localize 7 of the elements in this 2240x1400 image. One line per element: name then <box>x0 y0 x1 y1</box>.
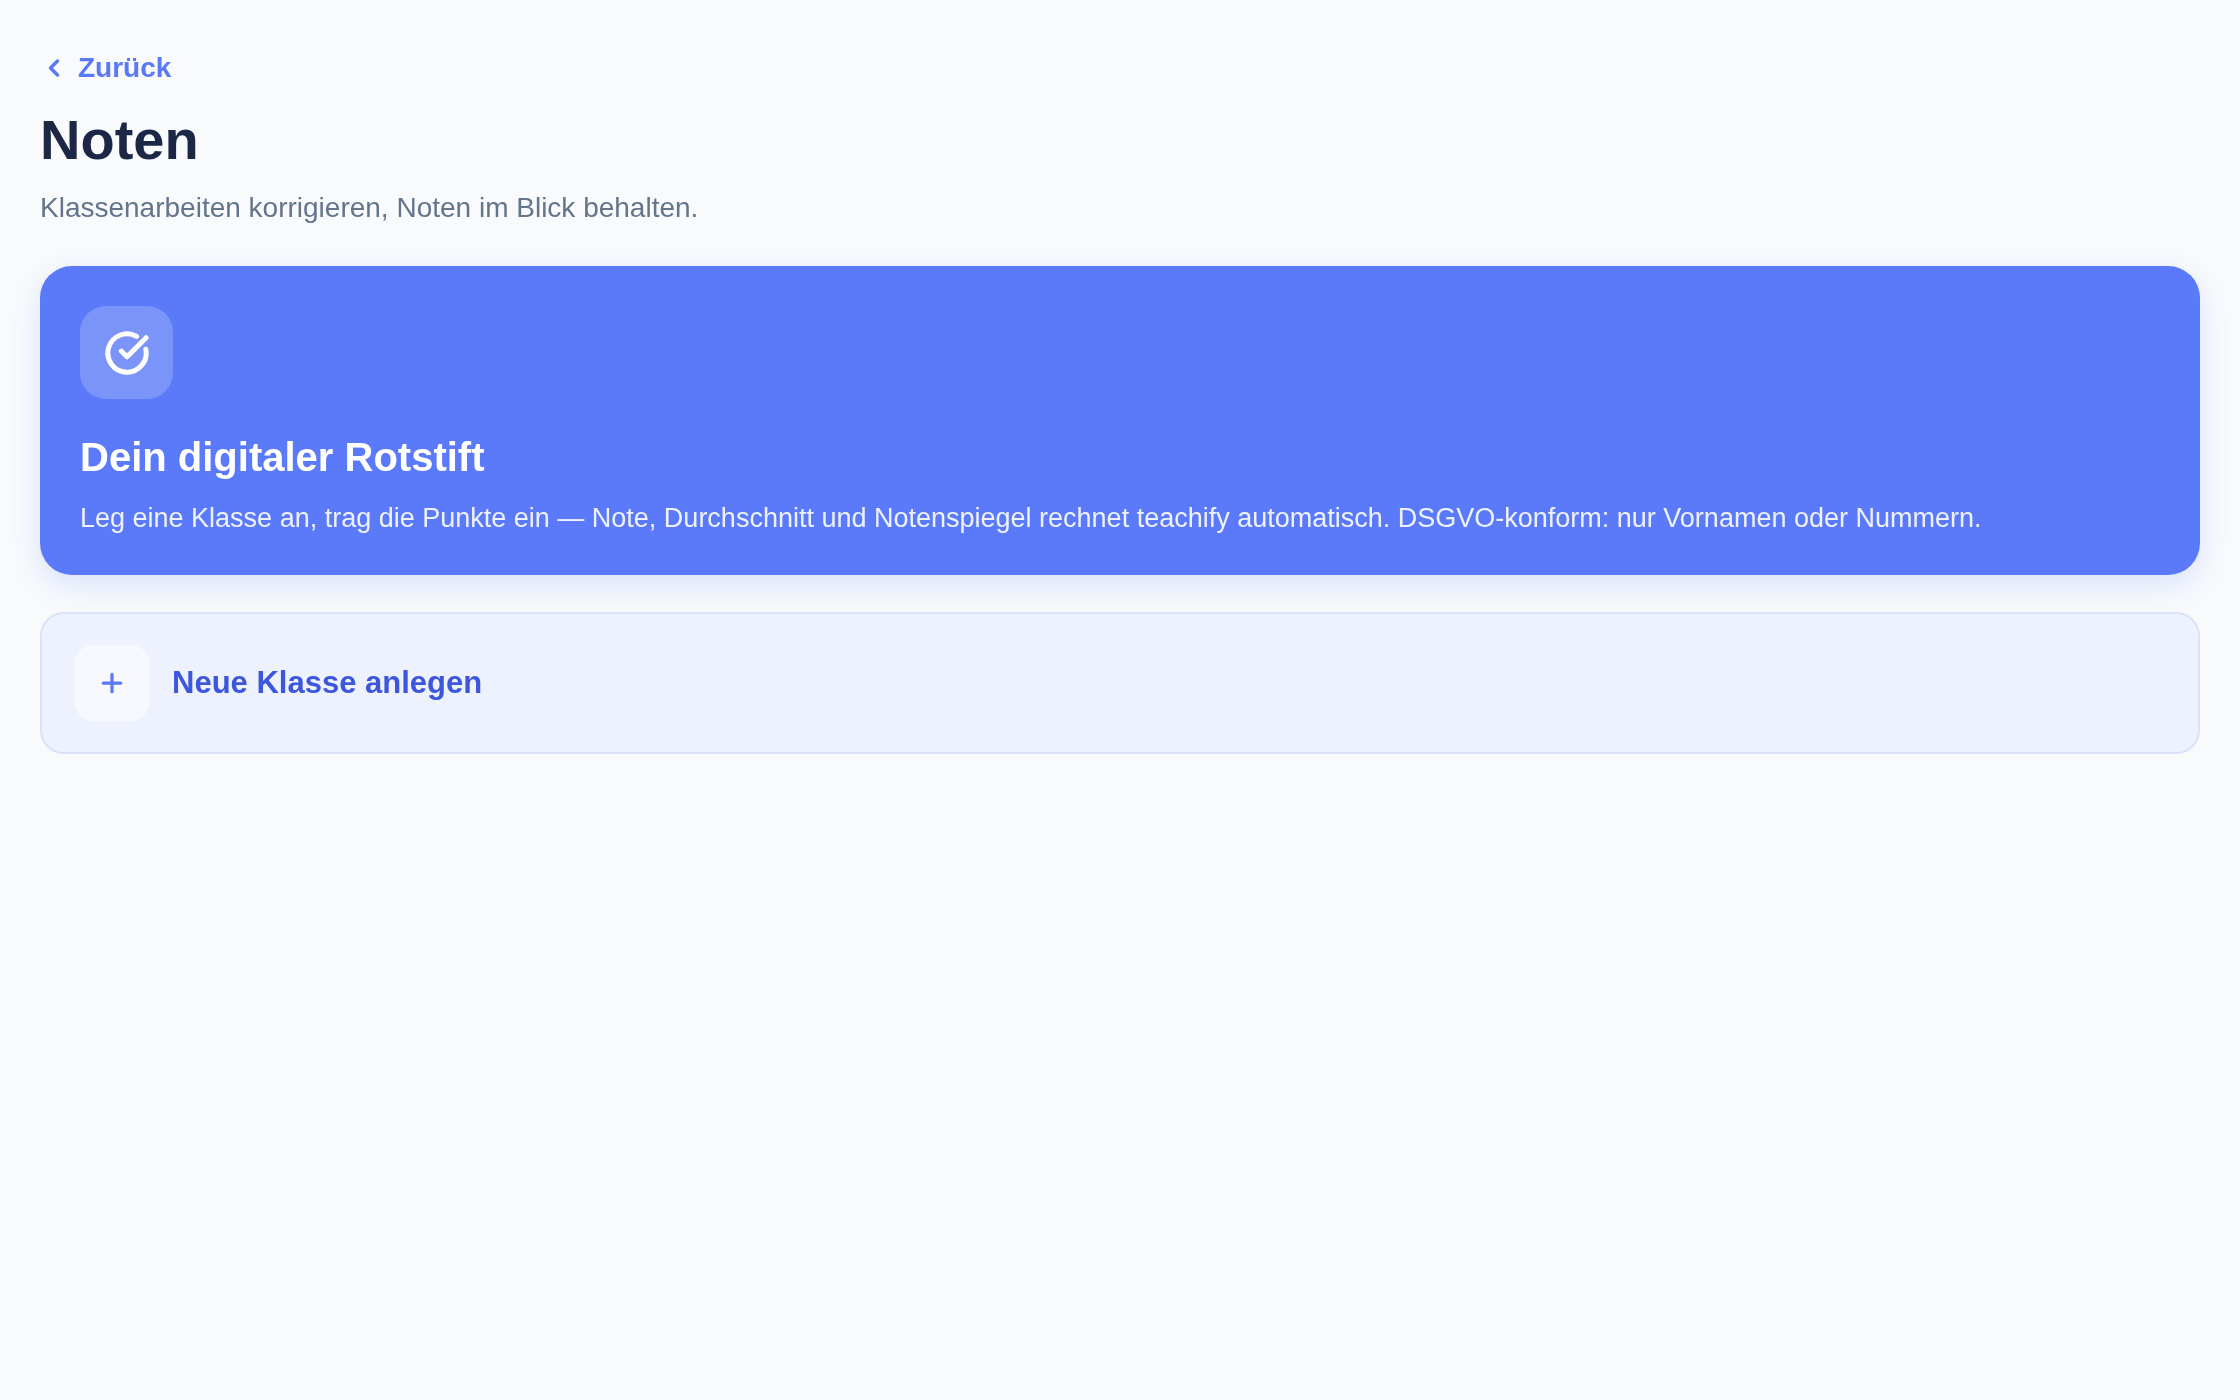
card-description: Leg eine Klasse an, trag die Punkte ein — Note, Durchschnitt und Notenspiegel rechnet teachify automatisch. DSGVO-konform: nur Vornamen oder Nummern. <box>80 502 1983 536</box>
page-subtitle: Klassenarbeiten korrigieren, Noten im Blick behalten. <box>40 191 700 226</box>
plus-icon <box>74 644 150 721</box>
card-title: Dein digitaler Rotstift <box>80 434 486 482</box>
new-class-button[interactable]: Neue Klasse anlegen <box>40 611 2200 754</box>
back-link[interactable]: Zurück <box>40 48 172 88</box>
page-title: Noten <box>40 107 200 173</box>
